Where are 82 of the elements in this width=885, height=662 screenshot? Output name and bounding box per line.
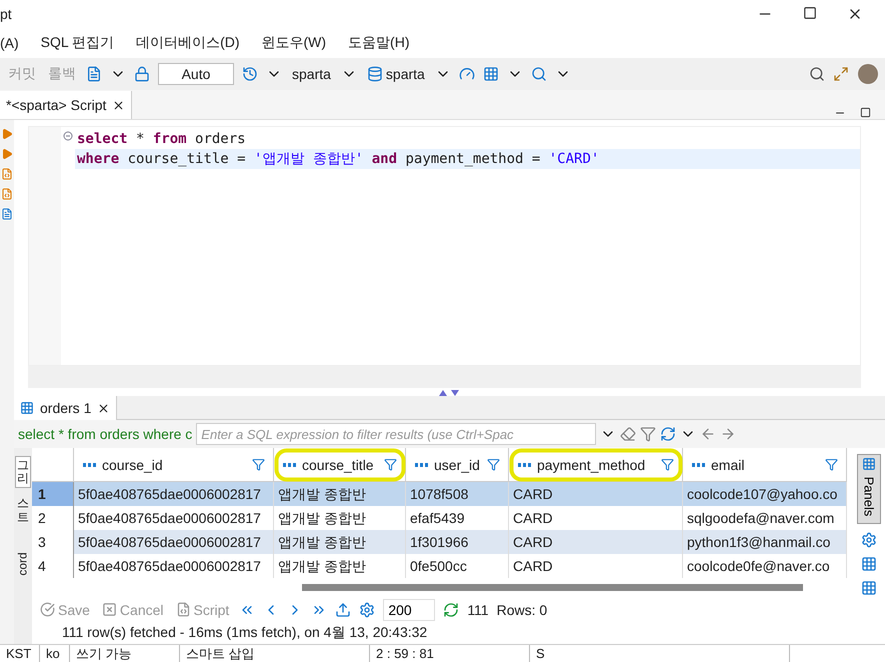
grid-icon xyxy=(20,401,34,415)
column-header[interactable]: user_id xyxy=(406,448,509,482)
table-cell: 1f301966 xyxy=(406,530,509,554)
gauge-icon[interactable] xyxy=(458,66,475,82)
filter-icon[interactable] xyxy=(661,458,674,471)
close-icon[interactable] xyxy=(97,402,110,414)
column-header[interactable]: email xyxy=(683,448,847,482)
plan-icon[interactable] xyxy=(1,208,13,220)
status-field: ko xyxy=(40,645,70,662)
fold-icon[interactable] xyxy=(63,131,73,141)
editor-tab[interactable]: *<sparta> Script xyxy=(0,91,132,119)
column-header[interactable]: course_id xyxy=(74,448,274,482)
script-icon[interactable] xyxy=(1,168,13,180)
refresh-icon[interactable] xyxy=(660,426,676,442)
table-cell: 5f0ae408765dae0006002817 xyxy=(74,530,274,554)
menu-item[interactable]: (A) xyxy=(0,34,19,50)
results-tab[interactable]: orders 1 xyxy=(14,396,118,420)
row-number[interactable]: 1 xyxy=(32,482,74,506)
maximize-icon[interactable] xyxy=(860,107,871,118)
settings-icon[interactable] xyxy=(359,602,376,618)
side-tab[interactable]: 그리 xyxy=(15,456,31,488)
history-icon[interactable] xyxy=(242,66,258,82)
export-icon[interactable] xyxy=(335,602,352,618)
status-field: 스마트 삽입 xyxy=(180,645,370,662)
check-icon xyxy=(40,602,55,618)
table-cell: 5f0ae408765dae0006002817 xyxy=(74,482,274,506)
filter-field[interactable]: Enter a SQL expression to filter results (use Ctrl+Spac xyxy=(196,423,596,445)
grid-icon[interactable] xyxy=(482,66,499,82)
status-field: KST xyxy=(0,645,40,662)
side-tab[interactable]: cord xyxy=(16,552,30,576)
panels-button[interactable]: Panels xyxy=(857,454,881,524)
panel-icon xyxy=(862,457,876,471)
maximize-icon[interactable] xyxy=(803,6,817,20)
refresh-icon[interactable] xyxy=(443,602,460,618)
status-field: S xyxy=(530,645,790,662)
table-cell: 앱개발 종합반 xyxy=(274,482,406,506)
run-icon[interactable] xyxy=(1,128,13,140)
table-cell: CARD xyxy=(509,482,683,506)
search-icon[interactable] xyxy=(530,66,547,82)
status-field: 2 : 59 : 81 xyxy=(370,645,530,662)
window-title: pt xyxy=(0,6,12,22)
menu-item[interactable]: 윈도우(W) xyxy=(262,34,326,52)
format-icon[interactable] xyxy=(86,66,102,82)
lock-icon[interactable] xyxy=(134,66,150,82)
filter-icon[interactable] xyxy=(640,426,656,442)
database-icon xyxy=(366,66,383,82)
side-tab[interactable]: 스트 xyxy=(15,494,31,527)
filter-icon[interactable] xyxy=(252,458,265,471)
avatar-icon[interactable] xyxy=(857,63,879,85)
table-cell: CARD xyxy=(509,530,683,554)
filter-icon[interactable] xyxy=(384,458,397,471)
transaction-mode-field[interactable]: Auto xyxy=(158,63,234,85)
menu-item[interactable]: 도움말(H) xyxy=(348,34,410,52)
perspective-icon[interactable] xyxy=(833,66,849,82)
row-count: 111 xyxy=(467,602,489,618)
script-icon[interactable] xyxy=(1,188,13,200)
table-cell: python1f3@hanmail.co xyxy=(683,530,847,554)
table-cell: coolcode107@yahoo.co xyxy=(683,482,847,506)
search-icon[interactable] xyxy=(809,66,825,82)
status-field: 쓰기 가능 xyxy=(70,645,180,662)
code-line: select * from orders xyxy=(76,130,247,149)
sql-editor[interactable]: select * from orders where course_title = '앱개발 종합반' and payment_method = 'CARD' xyxy=(28,126,861,366)
table-cell: 1078f508 xyxy=(406,482,509,506)
menu-item[interactable]: SQL 편집기 xyxy=(40,34,114,52)
table-cell: 앱개발 종합반 xyxy=(274,530,406,554)
filter-icon[interactable] xyxy=(825,458,838,471)
panel-icon[interactable] xyxy=(861,580,877,596)
menu-item[interactable]: 데이터베이스(D) xyxy=(136,34,240,52)
fetch-size-field[interactable]: 200 xyxy=(383,598,436,621)
run-icon[interactable] xyxy=(1,148,13,160)
status-message: 111 row(s) fetched - 16ms (1ms fetch), on 4월 13, 20:43:32 xyxy=(62,624,428,642)
schema-selector[interactable]: sparta xyxy=(364,66,427,82)
query-text: select * from orders where c xyxy=(18,426,192,442)
rows-label: Rows: 0 xyxy=(496,602,548,618)
cancel-icon xyxy=(102,602,117,618)
panel-icon[interactable] xyxy=(861,556,877,572)
panel-icon[interactable] xyxy=(861,532,877,548)
close-icon[interactable] xyxy=(112,98,126,112)
sash-arrows-icon[interactable] xyxy=(438,388,460,396)
script-icon xyxy=(176,602,191,618)
filter-icon[interactable] xyxy=(487,458,500,471)
datasource-selector[interactable]: sparta xyxy=(290,66,333,82)
